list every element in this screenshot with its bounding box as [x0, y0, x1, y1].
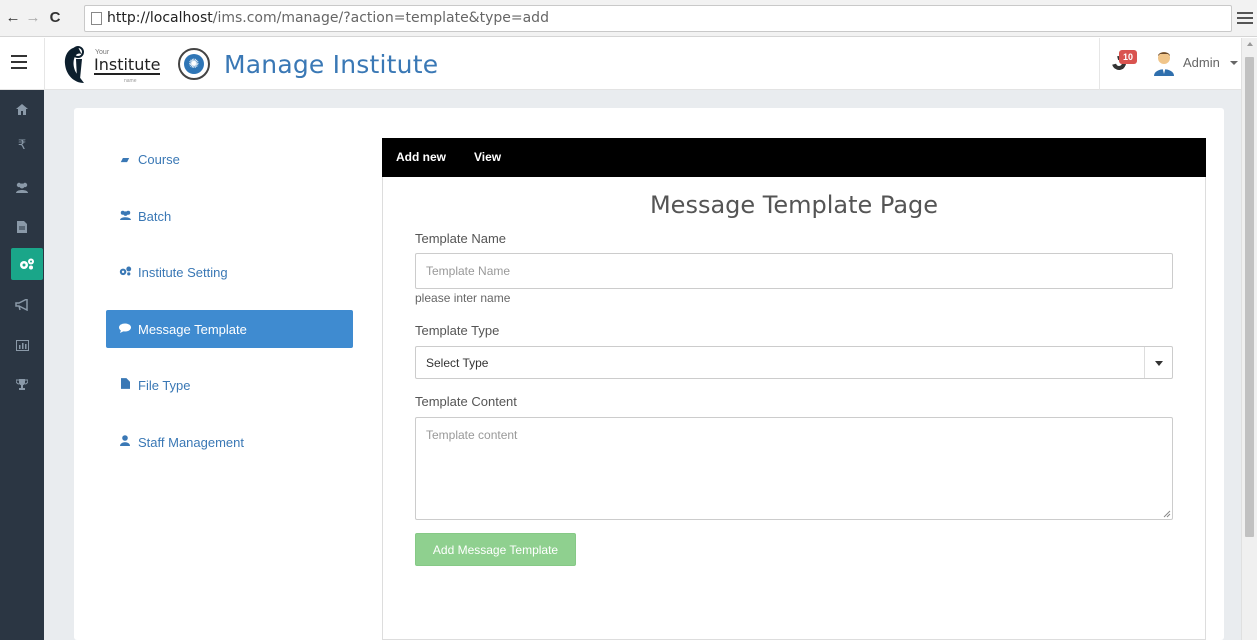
user-icon [118, 435, 132, 449]
address-bar[interactable]: http://localhost/ims.com/manage/?action=… [84, 5, 1232, 32]
user-menu[interactable]: Admin [1153, 48, 1239, 78]
settings-item-batch[interactable]: Batch [106, 197, 353, 235]
book-icon: ▰ [120, 153, 130, 166]
template-content-label: Template Content [415, 394, 517, 409]
institute-logo[interactable]: Your Institute name [62, 43, 172, 87]
rupee-icon[interactable]: ₹ [0, 126, 44, 164]
template-type-label: Template Type [415, 323, 500, 338]
tab-add-new[interactable]: Add new [396, 150, 446, 164]
scroll-thumb[interactable] [1245, 57, 1254, 537]
settings-item-institute-setting[interactable]: Institute Setting [106, 253, 353, 291]
forward-arrow-icon[interactable]: → [24, 9, 42, 27]
notifications-button[interactable]: 10 [1109, 48, 1146, 78]
add-message-template-button[interactable]: Add Message Template [415, 533, 576, 566]
chevron-down-icon [1230, 61, 1238, 65]
settings-item-label: Course [138, 151, 180, 167]
dropdown-toggle[interactable] [1144, 347, 1172, 378]
gears-icon[interactable] [11, 248, 43, 280]
template-name-help: please inter name [415, 291, 511, 305]
settings-item-file-type[interactable]: File Type [106, 366, 353, 404]
home-icon[interactable] [0, 90, 44, 128]
tab-bar: Add new View [382, 138, 1206, 177]
logo-figure-icon [64, 46, 84, 83]
url-path: /ims.com/manage/?action=template&type=ad… [212, 10, 549, 26]
settings-item-label: Batch [138, 208, 172, 224]
browser-toolbar: ← → C http://localhost/ims.com/manage/?a… [0, 0, 1257, 37]
caret-down-icon [1155, 361, 1163, 366]
settings-item-label: Staff Management [138, 434, 244, 450]
users-icon [118, 210, 132, 223]
logo-sub-text: name [124, 78, 137, 84]
form-title: Message Template Page [649, 191, 939, 219]
template-type-value: Select Type [426, 356, 489, 370]
icon-sidebar: ₹ [0, 90, 44, 640]
settings-item-label: Institute Setting [138, 264, 228, 280]
hamburger-menu-icon[interactable] [11, 55, 27, 71]
trophy-icon[interactable] [0, 366, 44, 404]
reload-icon[interactable]: C [46, 9, 64, 27]
notification-badge: 10 [1119, 50, 1137, 64]
template-name-label: Template Name [415, 231, 507, 246]
browser-menu-icon[interactable] [1237, 9, 1253, 25]
settings-item-label: File Type [138, 377, 191, 393]
comment-icon [118, 323, 132, 336]
bar-chart-icon[interactable] [0, 326, 44, 364]
bullhorn-icon[interactable] [0, 286, 44, 324]
app-header: Your Institute name ✺ Manage Institute 1… [0, 38, 1241, 90]
logo-main-text: Institute [94, 55, 161, 75]
page-title: Manage Institute [224, 50, 439, 79]
header-divider [1099, 38, 1100, 90]
template-content-textarea[interactable] [415, 417, 1173, 520]
users-icon[interactable] [0, 168, 44, 206]
template-type-select[interactable]: Select Type [415, 346, 1173, 379]
file-icon [118, 378, 132, 392]
page-scrollbar[interactable] [1241, 38, 1257, 640]
tab-view[interactable]: View [474, 150, 501, 164]
page-icon [91, 12, 102, 25]
avatar [1154, 52, 1174, 76]
file-icon[interactable] [0, 208, 44, 246]
settings-gear-icon: ✺ [178, 48, 210, 80]
settings-item-course[interactable]: ▰ Course [106, 140, 353, 178]
template-name-input[interactable] [415, 253, 1173, 289]
scroll-up-icon[interactable] [1247, 42, 1253, 46]
settings-item-staff-management[interactable]: Staff Management [106, 423, 353, 461]
user-name: Admin [1183, 55, 1220, 70]
gears-icon [118, 266, 132, 279]
header-divider [44, 38, 45, 90]
url-host: http://localhost [107, 10, 213, 26]
settings-item-message-template[interactable]: Message Template [106, 310, 353, 348]
settings-item-label: Message Template [138, 321, 247, 337]
resize-grip-icon[interactable] [1162, 509, 1171, 518]
back-arrow-icon[interactable]: ← [4, 9, 22, 27]
